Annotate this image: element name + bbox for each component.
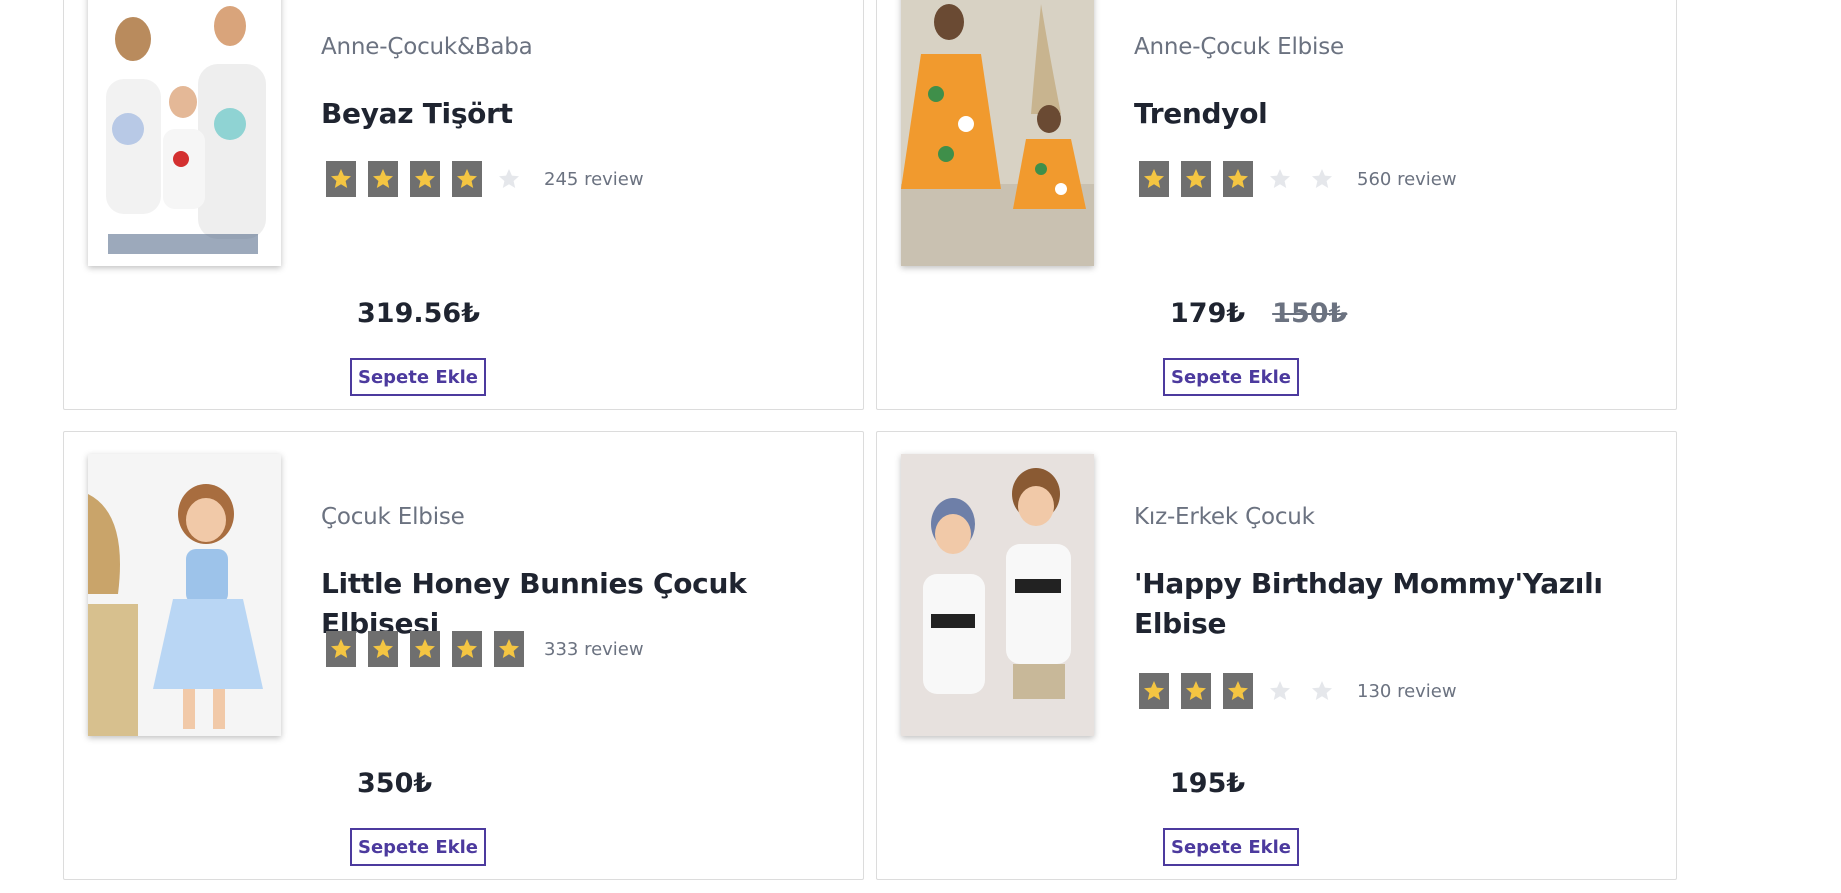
kids-tshirt-image — [901, 454, 1094, 736]
mother-daughter-dress-image — [901, 0, 1094, 266]
add-to-cart-button[interactable]: Sepete Ekle — [1163, 358, 1299, 396]
star-icon — [410, 161, 440, 197]
add-to-cart-button[interactable]: Sepete Ekle — [350, 828, 486, 866]
product-title[interactable]: Trendyol — [1134, 94, 1654, 134]
product-category: Çocuk Elbise — [321, 504, 465, 530]
girl-blue-dress-image — [88, 454, 281, 736]
add-to-cart-button[interactable]: Sepete Ekle — [350, 358, 486, 396]
price-block: 350₺ — [357, 768, 432, 799]
product-image[interactable] — [901, 454, 1094, 736]
review-count: 333 review — [544, 638, 644, 660]
star-icon — [368, 631, 398, 667]
product-price: 319.56₺ — [357, 298, 480, 329]
star-icon — [410, 631, 440, 667]
price-block: 195₺ — [1170, 768, 1245, 799]
rating-stars: 560 review — [1139, 161, 1457, 197]
product-image[interactable] — [88, 454, 281, 736]
product-title[interactable]: Beyaz Tişört — [321, 94, 841, 134]
add-to-cart-button[interactable]: Sepete Ekle — [1163, 828, 1299, 866]
product-price: 179₺ — [1170, 298, 1246, 329]
star-icon — [494, 631, 524, 667]
star-icon — [1181, 161, 1211, 197]
product-card: Kız-Erkek Çocuk 'Happy Birthday Mommy'Ya… — [876, 431, 1677, 880]
star-icon — [1265, 161, 1295, 197]
star-icon — [326, 631, 356, 667]
product-card: Anne-Çocuk Elbise Trendyol 560 review 17… — [876, 0, 1677, 410]
product-category: Anne-Çocuk Elbise — [1134, 34, 1344, 60]
rating-stars: 130 review — [1139, 673, 1457, 709]
star-icon — [326, 161, 356, 197]
star-icon — [1139, 161, 1169, 197]
family-tshirt-image — [88, 0, 281, 266]
product-card: Anne-Çocuk&Baba Beyaz Tişört 245 review … — [63, 0, 864, 410]
star-icon — [1307, 161, 1337, 197]
product-price: 350₺ — [357, 768, 433, 799]
rating-stars: 245 review — [326, 161, 644, 197]
review-count: 560 review — [1357, 168, 1457, 190]
star-icon — [1223, 673, 1253, 709]
price-block: 179₺ 150₺ — [1170, 298, 1347, 329]
star-icon — [1181, 673, 1211, 709]
price-block: 319.56₺ — [357, 298, 480, 329]
product-category: Anne-Çocuk&Baba — [321, 34, 533, 60]
product-image[interactable] — [88, 0, 281, 266]
product-title[interactable]: 'Happy Birthday Mommy'Yazılı Elbise — [1134, 564, 1654, 644]
review-count: 130 review — [1357, 680, 1457, 702]
review-count: 245 review — [544, 168, 644, 190]
star-icon — [452, 161, 482, 197]
star-icon — [1223, 161, 1253, 197]
star-icon — [1139, 673, 1169, 709]
star-icon — [494, 161, 524, 197]
star-icon — [368, 161, 398, 197]
product-old-price: 150₺ — [1272, 298, 1348, 329]
star-icon — [452, 631, 482, 667]
product-card: Çocuk Elbise Little Honey Bunnies Çocuk … — [63, 431, 864, 880]
star-icon — [1265, 673, 1295, 709]
product-price: 195₺ — [1170, 768, 1246, 799]
product-category: Kız-Erkek Çocuk — [1134, 504, 1315, 530]
rating-stars: 333 review — [326, 631, 644, 667]
star-icon — [1307, 673, 1337, 709]
product-image[interactable] — [901, 0, 1094, 266]
